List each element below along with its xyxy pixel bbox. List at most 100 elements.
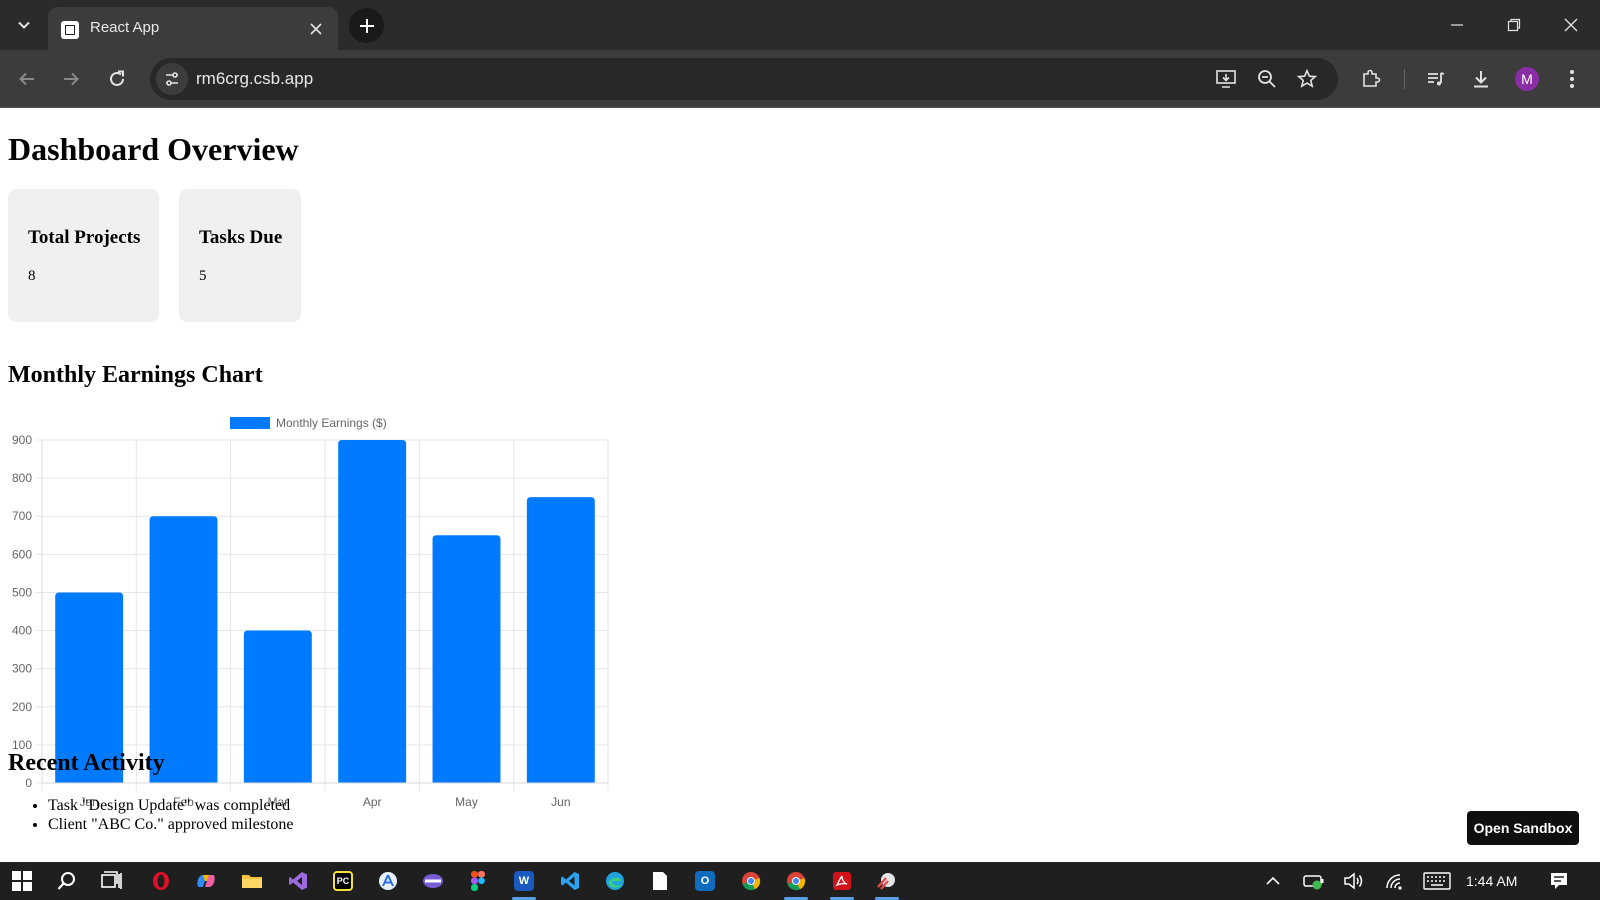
tab-close-button[interactable] bbox=[306, 19, 326, 39]
minimize-button[interactable] bbox=[1437, 10, 1477, 40]
browser-toolbar: rm6crg.csb.app M bbox=[0, 50, 1600, 108]
chart-bar-feb bbox=[149, 516, 218, 783]
chart-x-tick-label: Jun bbox=[551, 795, 570, 809]
site-info-button[interactable] bbox=[156, 63, 188, 95]
chart-y-tick-label: 300 bbox=[12, 662, 32, 676]
stat-card-value: 8 bbox=[28, 268, 36, 284]
battery-status[interactable] bbox=[1302, 870, 1326, 892]
chrome-app[interactable] bbox=[736, 866, 766, 896]
visual-studio-icon bbox=[289, 872, 307, 890]
snipping-tool-app[interactable] bbox=[872, 866, 902, 900]
chart-legend-swatch bbox=[230, 417, 270, 429]
wifi-icon bbox=[1386, 874, 1402, 890]
acrobat-app[interactable] bbox=[827, 866, 857, 900]
activity-list: Task "Design Update" was completed Clien… bbox=[48, 796, 293, 834]
chrome-icon bbox=[742, 872, 761, 891]
address-bar[interactable]: rm6crg.csb.app bbox=[150, 58, 1338, 100]
profile-avatar[interactable]: M bbox=[1515, 67, 1539, 91]
install-icon bbox=[1216, 70, 1236, 88]
start-button[interactable] bbox=[7, 866, 37, 896]
url-text[interactable]: rm6crg.csb.app bbox=[196, 69, 313, 89]
zoom-button[interactable] bbox=[1255, 67, 1279, 91]
folder-icon bbox=[242, 875, 262, 888]
chart-heading: Monthly Earnings Chart bbox=[8, 362, 263, 388]
network-status[interactable] bbox=[1383, 870, 1407, 892]
install-app-button[interactable] bbox=[1215, 67, 1239, 91]
media-app[interactable] bbox=[418, 866, 448, 896]
tab-title: React App bbox=[90, 19, 160, 36]
back-button[interactable] bbox=[13, 65, 41, 93]
chart-bar-may bbox=[432, 535, 501, 783]
taskbar-clock[interactable]: 1:44 AM bbox=[1466, 873, 1517, 889]
show-hidden-icons-button[interactable] bbox=[1261, 870, 1285, 892]
browser-tab-bar: React App bbox=[0, 0, 1600, 50]
vscode-app[interactable] bbox=[555, 866, 585, 896]
figma-app[interactable] bbox=[463, 866, 493, 896]
more-vert-icon bbox=[1570, 70, 1574, 88]
copilot-icon bbox=[197, 875, 215, 887]
copilot-app[interactable] bbox=[191, 866, 221, 896]
document-icon bbox=[653, 872, 667, 890]
task-view-icon bbox=[101, 871, 122, 889]
pycharm-icon: PC bbox=[333, 871, 353, 891]
visual-studio-app[interactable] bbox=[283, 866, 313, 896]
touch-keyboard-button[interactable] bbox=[1422, 870, 1452, 892]
edge-icon bbox=[606, 872, 624, 890]
chart-y-tick-label: 200 bbox=[12, 700, 32, 714]
figma-icon bbox=[471, 871, 485, 891]
volume-icon bbox=[1344, 872, 1363, 890]
volume-control[interactable] bbox=[1342, 870, 1366, 892]
extensions-button[interactable] bbox=[1357, 65, 1385, 93]
app-store-app[interactable] bbox=[373, 866, 403, 896]
chart-x-tick-label: May bbox=[455, 795, 478, 809]
forward-button[interactable] bbox=[57, 65, 85, 93]
notepad-app[interactable] bbox=[645, 866, 675, 896]
chrome-profile-app[interactable] bbox=[781, 866, 811, 900]
new-tab-button[interactable] bbox=[349, 8, 384, 43]
queue-music-icon bbox=[1428, 72, 1445, 86]
chart-y-tick-label: 700 bbox=[12, 509, 32, 523]
edge-app[interactable] bbox=[600, 866, 630, 896]
zoom-out-icon bbox=[1258, 70, 1276, 88]
chart-y-tick-label: 600 bbox=[12, 547, 32, 561]
activity-heading: Recent Activity bbox=[8, 750, 165, 776]
chevron-down-icon bbox=[18, 21, 30, 29]
arrow-left-icon bbox=[19, 72, 34, 86]
pdf-icon bbox=[833, 872, 851, 890]
vscode-icon bbox=[561, 872, 579, 890]
open-sandbox-button[interactable]: Open Sandbox bbox=[1467, 811, 1579, 845]
activity-item: Task "Design Update" was completed bbox=[48, 796, 293, 815]
media-controls-button[interactable] bbox=[1422, 65, 1450, 93]
notification-icon bbox=[1551, 873, 1567, 889]
pycharm-app[interactable]: PC bbox=[328, 866, 358, 896]
word-app[interactable]: W bbox=[509, 866, 539, 900]
downloads-button[interactable] bbox=[1467, 65, 1495, 93]
menu-button[interactable] bbox=[1558, 65, 1586, 93]
chart-y-tick-label: 900 bbox=[12, 433, 32, 447]
reload-icon bbox=[110, 70, 124, 86]
stat-card-total-projects: Total Projects 8 bbox=[8, 189, 159, 322]
keyboard-icon bbox=[1423, 872, 1451, 890]
chart-y-tick-label: 0 bbox=[25, 776, 32, 790]
toolbar-divider bbox=[1404, 69, 1405, 89]
file-explorer-app[interactable] bbox=[237, 866, 267, 896]
restore-button[interactable] bbox=[1494, 10, 1534, 40]
reload-button[interactable] bbox=[103, 65, 131, 93]
battery-icon bbox=[1303, 875, 1324, 890]
close-icon bbox=[1564, 18, 1578, 32]
notifications-button[interactable] bbox=[1547, 870, 1571, 892]
opera-app[interactable] bbox=[146, 866, 176, 896]
task-view-button[interactable] bbox=[97, 866, 127, 896]
chrome-icon bbox=[787, 872, 806, 891]
bookmark-button[interactable] bbox=[1295, 67, 1319, 91]
stat-card-label: Tasks Due bbox=[199, 227, 283, 248]
chart-y-tick-label: 400 bbox=[12, 624, 32, 638]
taskbar-search-button[interactable] bbox=[52, 866, 82, 896]
windows-taskbar: PC W O 1:44 AM bbox=[0, 862, 1600, 900]
browser-tab[interactable]: React App bbox=[48, 7, 338, 50]
word-icon: W bbox=[514, 871, 534, 891]
activity-item: Client "ABC Co." approved milestone bbox=[48, 815, 293, 834]
tab-search-button[interactable] bbox=[10, 12, 38, 38]
close-window-button[interactable] bbox=[1551, 10, 1591, 40]
outlook-app[interactable]: O bbox=[690, 866, 720, 896]
